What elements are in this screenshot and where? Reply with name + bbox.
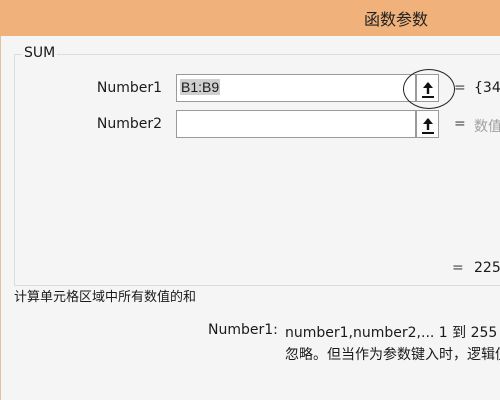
dialog-title: 函数参数 bbox=[364, 10, 429, 29]
help-text-line-2: 忽略。但当作为参数键入时，逻辑值 bbox=[285, 347, 500, 363]
number1-collapse-button[interactable] bbox=[416, 74, 439, 102]
number1-evaluated-value: {34; bbox=[474, 80, 500, 96]
help-text-line-1: number1,number2,... 1 到 255 个 bbox=[285, 325, 500, 341]
function-description: 计算单元格区域中所有数值的和 bbox=[14, 290, 197, 305]
number1-label: Number1 bbox=[96, 80, 162, 96]
arrow-up-icon bbox=[422, 82, 434, 98]
function-name: SUM bbox=[22, 45, 58, 61]
arrow-up-icon bbox=[422, 118, 434, 134]
number2-equals: = bbox=[454, 116, 466, 132]
dialog-titlebar: 函数参数 bbox=[0, 0, 500, 36]
number1-equals: = bbox=[454, 80, 466, 96]
number2-input[interactable] bbox=[176, 110, 416, 138]
result-equals: = bbox=[452, 260, 464, 276]
number2-evaluated-value: 数值 bbox=[474, 119, 500, 135]
number2-collapse-button[interactable] bbox=[416, 110, 439, 138]
help-param-name: Number1: bbox=[208, 322, 278, 338]
number1-input[interactable]: B1:B9 bbox=[176, 74, 416, 102]
number1-value: B1:B9 bbox=[180, 79, 221, 95]
function-result-value: 225 bbox=[474, 260, 500, 276]
number2-label: Number2 bbox=[96, 116, 162, 132]
